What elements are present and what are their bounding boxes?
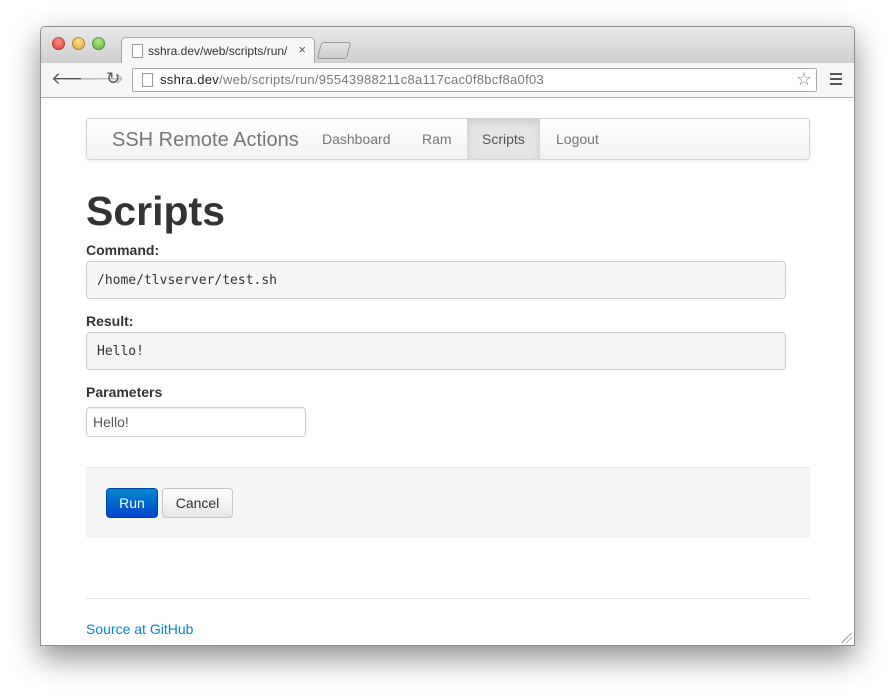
new-tab-button[interactable] xyxy=(316,42,352,59)
nav-ram[interactable]: Ram xyxy=(407,119,467,159)
command-label: Command: xyxy=(86,242,160,258)
browser-toolbar: 🡐 🡒 ↻ sshra.dev/web/scripts/run/95543988… xyxy=(41,63,854,98)
url-text: sshra.dev/web/scripts/run/95543988211c8a… xyxy=(160,72,544,87)
page-title: Scripts xyxy=(86,188,225,234)
result-label: Result: xyxy=(86,313,134,329)
nav-dashboard[interactable]: Dashboard xyxy=(307,119,406,159)
url-path: /web/scripts/run/95543988211c8a117cac0f8… xyxy=(219,72,545,87)
parameters-input[interactable] xyxy=(86,407,306,437)
run-button[interactable]: Run xyxy=(106,488,158,518)
nav-logout[interactable]: Logout xyxy=(541,119,614,159)
bookmark-star-icon[interactable]: ☆ xyxy=(796,69,812,90)
form-actions: Run Cancel xyxy=(86,467,810,538)
result-value: Hello! xyxy=(86,332,786,370)
tab-close-icon[interactable]: × xyxy=(298,42,306,57)
cancel-button[interactable]: Cancel xyxy=(162,488,233,518)
footer-divider xyxy=(86,598,810,599)
tab-title: sshra.dev/web/scripts/run/ xyxy=(148,44,288,58)
minimize-window-button[interactable] xyxy=(72,37,85,50)
site-navbar: SSH Remote Actions Dashboard Ram Scripts… xyxy=(86,118,810,160)
page-icon xyxy=(132,44,143,58)
github-link[interactable]: Source at GitHub xyxy=(86,621,193,637)
url-host: sshra.dev xyxy=(160,72,220,87)
nav-scripts[interactable]: Scripts xyxy=(467,119,540,159)
brand[interactable]: SSH Remote Actions xyxy=(112,129,299,152)
page-content: SSH Remote Actions Dashboard Ram Scripts… xyxy=(41,98,854,645)
window-controls xyxy=(52,37,105,50)
zoom-window-button[interactable] xyxy=(92,37,105,50)
title-bar: sshra.dev/web/scripts/run/ × xyxy=(41,27,854,65)
resize-handle-icon[interactable] xyxy=(842,633,852,643)
command-value: /home/tlvserver/test.sh xyxy=(86,261,786,299)
close-window-button[interactable] xyxy=(52,37,65,50)
page-icon xyxy=(142,73,153,87)
menu-icon[interactable] xyxy=(830,73,842,88)
address-bar[interactable]: sshra.dev/web/scripts/run/95543988211c8a… xyxy=(132,68,817,92)
browser-tab[interactable]: sshra.dev/web/scripts/run/ × xyxy=(121,37,315,65)
parameters-label: Parameters xyxy=(86,384,163,400)
browser-window: sshra.dev/web/scripts/run/ × 🡐 🡒 ↻ sshra… xyxy=(40,26,855,646)
reload-icon[interactable]: ↻ xyxy=(106,70,120,88)
